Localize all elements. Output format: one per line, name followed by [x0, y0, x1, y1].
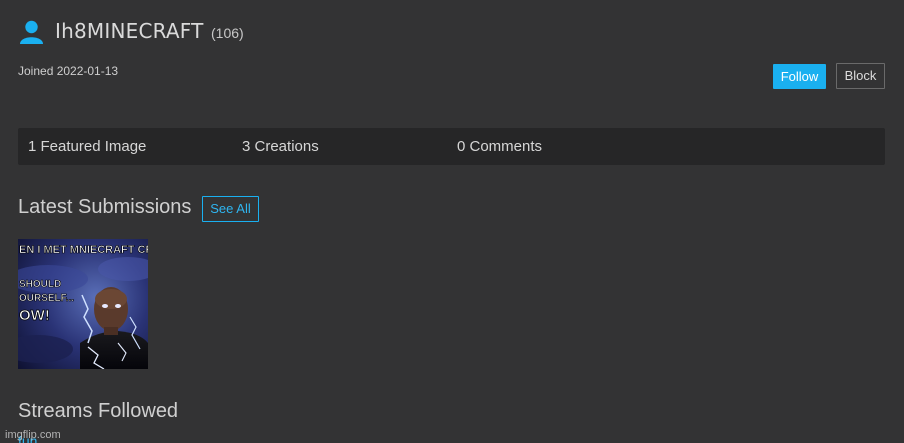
thumb-caption-mid-1: SHOULD: [19, 279, 61, 290]
submission-thumbnail[interactable]: EN I MET MNIECRAFT CR SHOULD OURSELF... …: [18, 239, 148, 369]
stat-comments[interactable]: 0 Comments: [457, 128, 542, 165]
stat-featured-images[interactable]: 1 Featured Image: [28, 128, 146, 165]
thumb-caption-mid-2: OURSELF...: [19, 293, 74, 304]
stats-bar: 1 Featured Image 3 Creations 0 Comments: [18, 128, 885, 165]
latest-submissions-title: Latest Submissions: [18, 196, 192, 218]
imgflip-watermark: imgflip.com: [5, 429, 61, 441]
block-button[interactable]: Block: [836, 63, 885, 89]
joined-date: Joined 2022-01-13: [18, 64, 119, 78]
thumb-caption-bottom: OW!: [19, 307, 50, 324]
user-icon: [19, 19, 44, 44]
username: Ih8MINECRAFT: [55, 19, 204, 43]
streams-followed-title: Streams Followed: [18, 400, 179, 422]
see-all-button[interactable]: See All: [202, 196, 259, 222]
user-points: (106): [211, 25, 244, 41]
stat-creations[interactable]: 3 Creations: [242, 128, 319, 165]
follow-button[interactable]: Follow: [773, 64, 826, 89]
profile-page: Ih8MINECRAFT (106) Joined 2022-01-13 Fol…: [0, 0, 904, 443]
thumb-caption-top: EN I MET MNIECRAFT CR: [19, 244, 148, 256]
